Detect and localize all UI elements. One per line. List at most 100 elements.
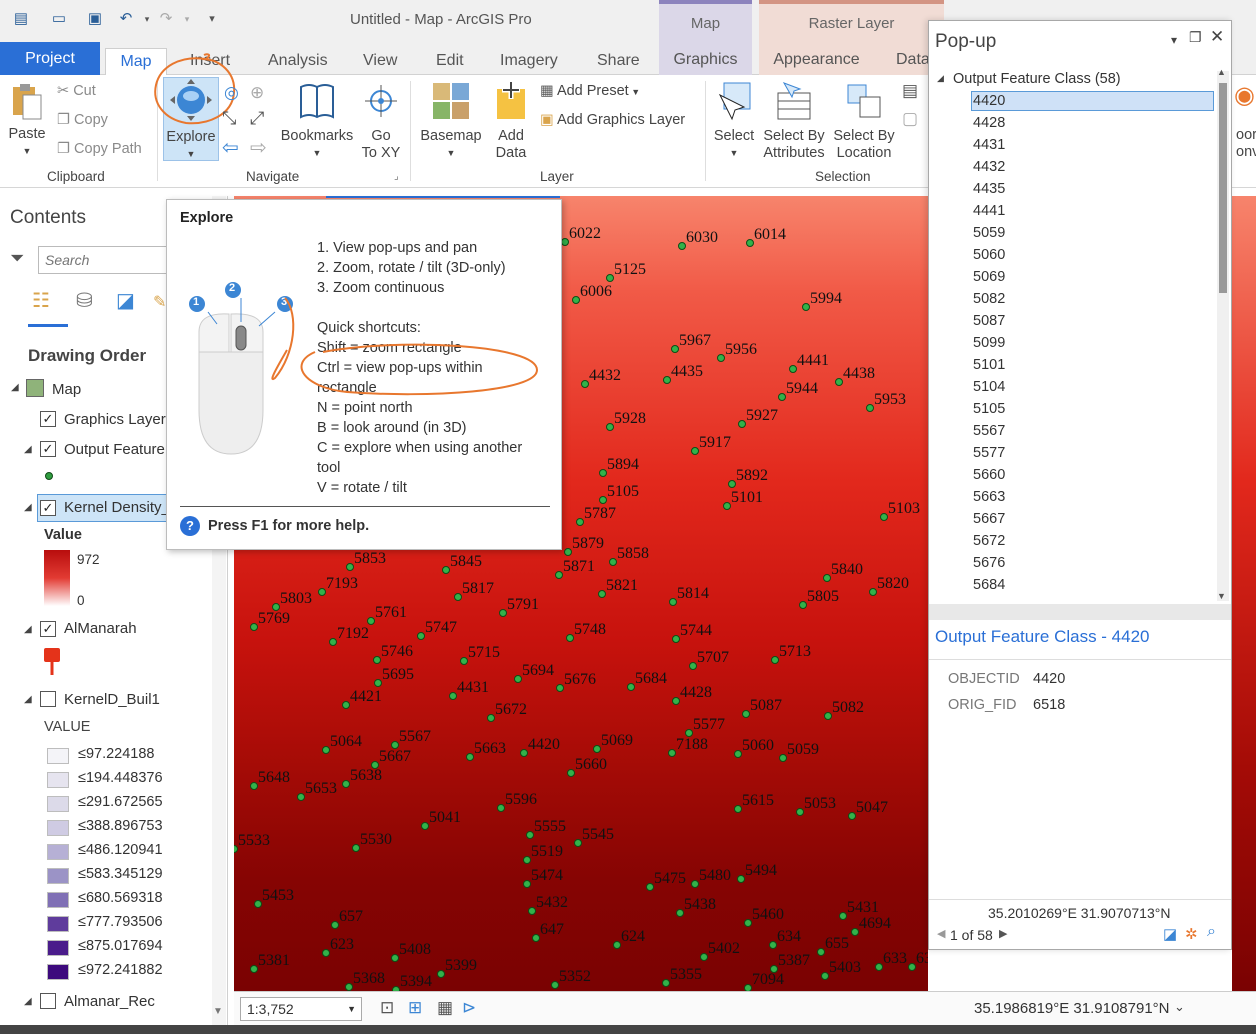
map-point[interactable]: 5944 bbox=[778, 381, 818, 401]
map-point[interactable]: 5101 bbox=[723, 490, 763, 510]
filter-icon[interactable]: ⏷ bbox=[10, 248, 24, 269]
select-button[interactable]: Select ▼ bbox=[710, 81, 758, 162]
map-point[interactable]: 5858 bbox=[609, 546, 649, 566]
pin-icon[interactable]: ◉ bbox=[1234, 81, 1255, 110]
map-point[interactable]: 5431 bbox=[839, 900, 879, 920]
popup-list-item[interactable]: 5087 bbox=[973, 313, 1005, 329]
add-graphics-layer-button[interactable]: ▣ Add Graphics Layer bbox=[540, 112, 685, 128]
expand-almanar-rec-icon[interactable]: ◢ bbox=[24, 996, 32, 1007]
map-point[interactable]: 624 bbox=[613, 929, 645, 949]
navigate-options-icon[interactable]: ⌟ bbox=[394, 171, 399, 182]
map-point[interactable]: 5474 bbox=[523, 868, 563, 888]
map-point[interactable]: 5956 bbox=[717, 342, 757, 362]
map-point[interactable]: 4438 bbox=[835, 366, 875, 386]
map-point[interactable]: 5667 bbox=[371, 749, 411, 769]
popup-list-item[interactable]: 5060 bbox=[973, 247, 1005, 263]
popup-list-item[interactable]: 5101 bbox=[973, 357, 1005, 373]
undo-dropdown-icon[interactable]: ▾ bbox=[138, 10, 156, 28]
basemap-button[interactable]: Basemap ▼ bbox=[418, 81, 484, 162]
map-point[interactable]: 647 bbox=[532, 922, 564, 942]
popup-list-item[interactable]: 4428 bbox=[973, 115, 1005, 131]
popup-list-item[interactable]: 5684 bbox=[973, 577, 1005, 593]
layer-almanarah[interactable]: AlManarah bbox=[64, 620, 137, 637]
map-point[interactable]: 5125 bbox=[606, 262, 646, 282]
select-by-attributes-button[interactable]: Select By Attributes bbox=[760, 81, 828, 162]
popup-list-item[interactable]: 5104 bbox=[973, 379, 1005, 395]
map-point[interactable]: 5059 bbox=[779, 742, 819, 762]
map-point[interactable]: 5715 bbox=[460, 645, 500, 665]
map-point[interactable]: 5069 bbox=[593, 733, 633, 753]
map-point[interactable]: 7193 bbox=[318, 576, 358, 596]
map-point[interactable]: 5494 bbox=[737, 863, 777, 883]
list-by-drawing-order-icon[interactable]: ☷ bbox=[32, 288, 50, 313]
map-point[interactable]: 5533 bbox=[234, 833, 270, 853]
layer-kernel-density[interactable]: Kernel Density_ bbox=[64, 499, 170, 516]
map-point[interactable]: 5672 bbox=[487, 702, 527, 722]
map-point[interactable]: 5871 bbox=[555, 559, 595, 579]
map-point[interactable]: 5879 bbox=[564, 536, 604, 556]
next-feature-icon[interactable]: ▶ bbox=[999, 927, 1007, 940]
popup-list-item[interactable]: 5069 bbox=[973, 269, 1005, 285]
popup-scroll-up-icon[interactable]: ▲ bbox=[1217, 67, 1226, 77]
map-point[interactable]: 6022 bbox=[561, 226, 601, 246]
map-point[interactable]: 5453 bbox=[254, 888, 294, 908]
new-project-icon[interactable]: ▤ bbox=[12, 10, 30, 28]
map-point[interactable]: 5761 bbox=[367, 605, 407, 625]
map-point[interactable]: 5747 bbox=[417, 620, 457, 640]
clear-selection-icon[interactable]: ▢ bbox=[902, 109, 918, 129]
select-by-location-button[interactable]: Select By Location bbox=[830, 81, 898, 162]
basemap-dropdown-icon[interactable]: ▼ bbox=[418, 145, 484, 162]
popup-list-item[interactable]: 4420 bbox=[973, 93, 1005, 109]
almanarah-checkbox[interactable]: ✓ bbox=[40, 621, 56, 637]
map-point[interactable]: 5368 bbox=[345, 971, 385, 991]
map-point[interactable]: 5596 bbox=[497, 792, 537, 812]
map-point[interactable]: 5408 bbox=[391, 942, 431, 962]
map-point[interactable]: 5744 bbox=[672, 623, 712, 643]
map-point[interactable]: 5892 bbox=[728, 468, 768, 488]
map-point[interactable]: 634 bbox=[769, 929, 801, 949]
go-to-xy-button[interactable]: Go To XY bbox=[360, 81, 402, 162]
map-point[interactable]: 5820 bbox=[869, 576, 909, 596]
open-project-icon[interactable]: ▭ bbox=[50, 10, 68, 28]
map-point[interactable]: 6030 bbox=[678, 230, 718, 250]
popup-list-item[interactable]: 5660 bbox=[973, 467, 1005, 483]
select-dropdown-icon[interactable]: ▼ bbox=[710, 145, 758, 162]
map-point[interactable]: 4432 bbox=[581, 368, 621, 388]
tab-edit[interactable]: Edit bbox=[436, 48, 464, 75]
map-point[interactable]: 5791 bbox=[499, 597, 539, 617]
layer-output-feature[interactable]: Output Feature bbox=[64, 441, 165, 458]
map-point[interactable]: 5845 bbox=[442, 554, 482, 574]
map-point[interactable]: 5064 bbox=[322, 734, 362, 754]
bookmarks-dropdown-icon[interactable]: ▼ bbox=[278, 145, 356, 162]
map-point[interactable]: 5577 bbox=[685, 717, 725, 737]
map-point[interactable]: 5769 bbox=[250, 611, 290, 631]
popup-list-item[interactable]: 4441 bbox=[973, 203, 1005, 219]
map-point[interactable]: 5053 bbox=[796, 796, 836, 816]
map-point[interactable]: 5394 bbox=[392, 974, 432, 991]
map-point[interactable]: 5787 bbox=[576, 506, 616, 526]
map-point[interactable]: 4435 bbox=[663, 364, 703, 384]
map-point[interactable]: 633 bbox=[875, 951, 907, 971]
map-point[interactable]: 5840 bbox=[823, 562, 863, 582]
map-point[interactable]: 5519 bbox=[523, 844, 563, 864]
map-point[interactable]: 5713 bbox=[771, 644, 811, 664]
map-units-icon[interactable]: ⊡ bbox=[380, 998, 394, 1018]
map-point[interactable]: 6006 bbox=[572, 284, 612, 304]
snapping-icon[interactable]: ⊳ bbox=[462, 998, 476, 1018]
popup-scroll-thumb[interactable] bbox=[1219, 83, 1227, 293]
map-point[interactable]: 5967 bbox=[671, 333, 711, 353]
map-point[interactable]: 4694 bbox=[851, 916, 891, 936]
map-point[interactable]: 5041 bbox=[421, 810, 461, 830]
popup-list-item[interactable]: 5059 bbox=[973, 225, 1005, 241]
map-point[interactable]: 5953 bbox=[866, 392, 906, 412]
map-point[interactable]: 5853 bbox=[346, 551, 386, 571]
map-point[interactable]: 5082 bbox=[824, 700, 864, 720]
explore-dropdown-icon[interactable]: ▼ bbox=[164, 146, 218, 163]
map-point[interactable]: 5530 bbox=[352, 832, 392, 852]
map-point[interactable]: 4431 bbox=[449, 680, 489, 700]
map-point[interactable]: 5653 bbox=[297, 781, 337, 801]
map-view-right-edge[interactable] bbox=[1232, 196, 1256, 991]
list-by-editing-icon[interactable]: ✎ bbox=[153, 292, 166, 312]
list-by-selection-icon[interactable]: ◪ bbox=[116, 288, 135, 313]
map-point[interactable]: 5805 bbox=[799, 589, 839, 609]
